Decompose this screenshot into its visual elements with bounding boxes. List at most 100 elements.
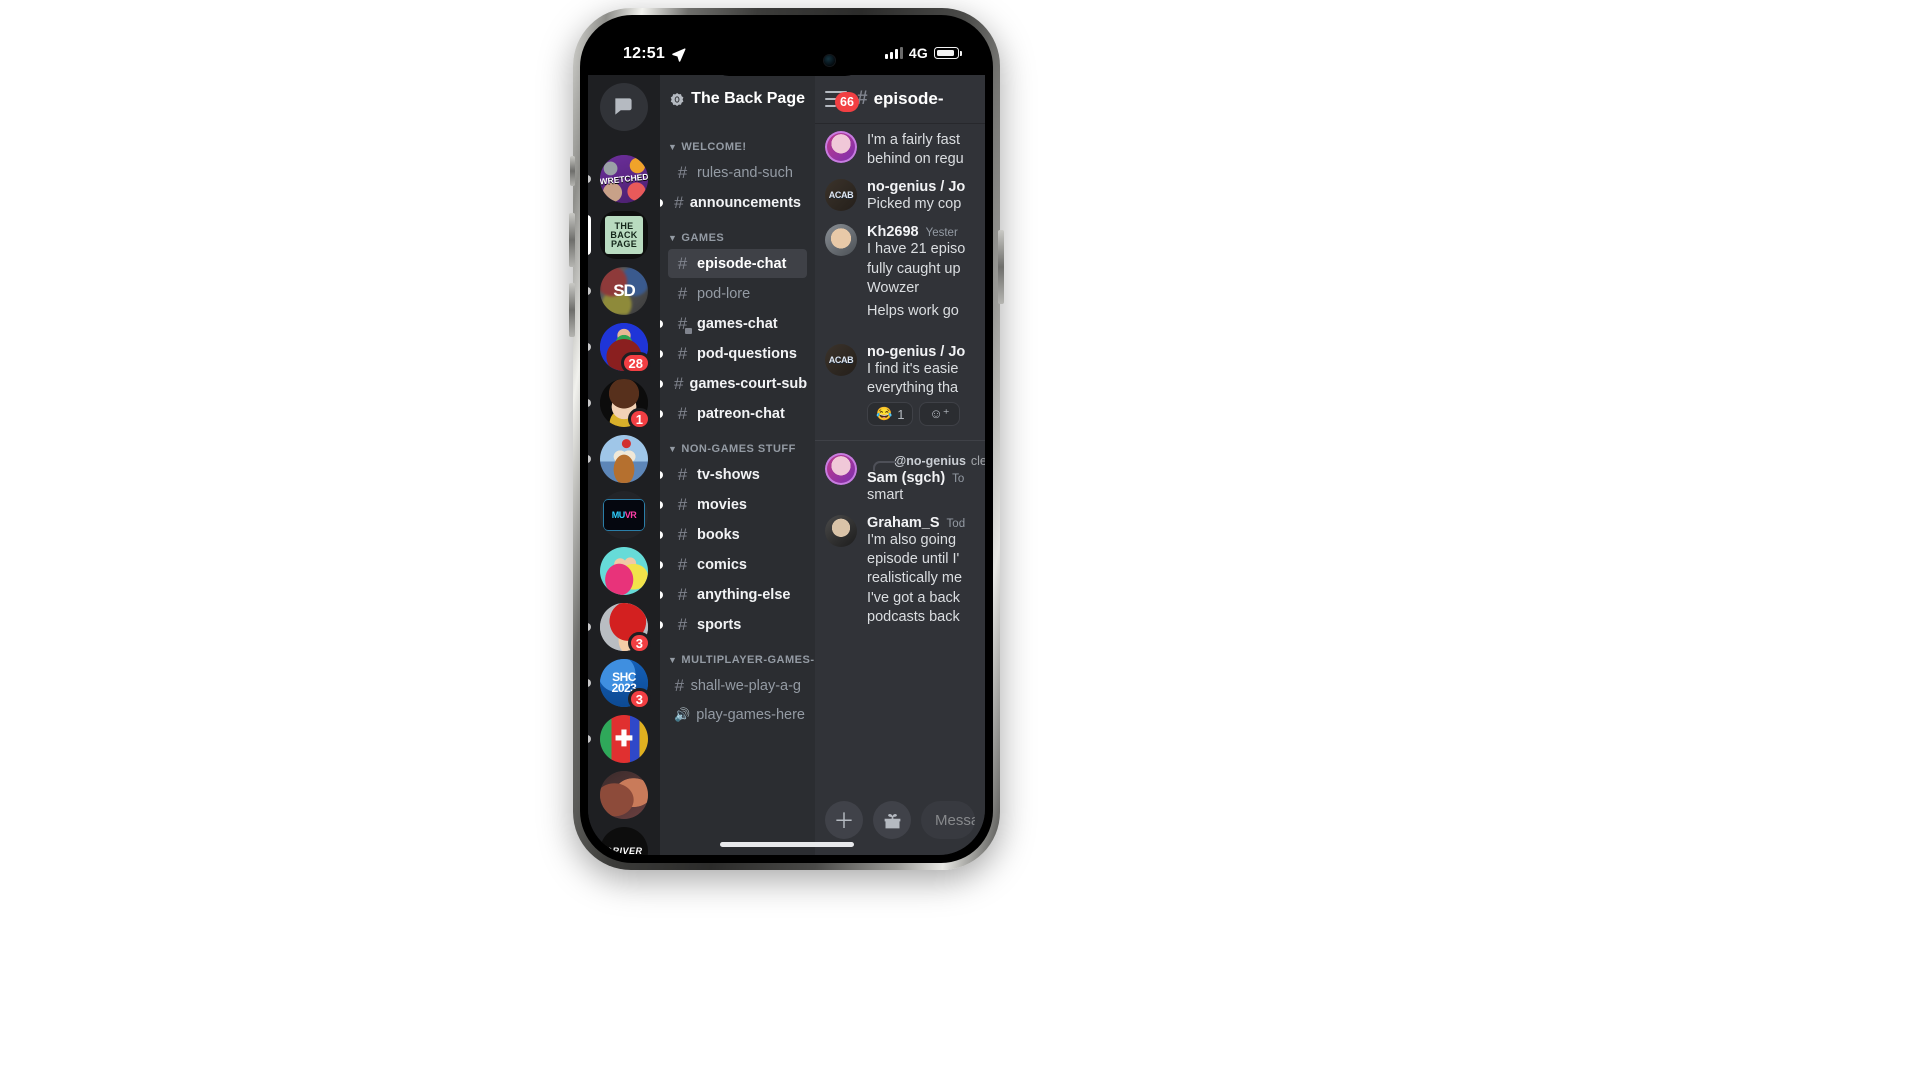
channel-item-tv-shows[interactable]: # tv-shows bbox=[660, 460, 807, 489]
message-author[interactable]: no-genius / Jo bbox=[867, 344, 965, 360]
message[interactable]: Kh2698 Yester I have 21 episo fully caught … bbox=[815, 216, 985, 299]
avatar[interactable] bbox=[825, 453, 857, 485]
home-indicator[interactable] bbox=[719, 842, 854, 847]
channel-item-pod-lore[interactable]: # pod-lore bbox=[668, 279, 807, 308]
server-icon-shc-2023[interactable]: SHC 2023 3 bbox=[588, 659, 651, 710]
direct-messages-button[interactable] bbox=[600, 83, 648, 131]
channel-list[interactable]: ▼ WELCOME! # rules-and-such # announcements ▼ G… bbox=[660, 123, 815, 729]
reaction-chip[interactable]: 😂 1 bbox=[867, 402, 914, 426]
gift-icon[interactable] bbox=[873, 801, 911, 839]
volume-down-button[interactable] bbox=[569, 283, 575, 337]
channel-category-header[interactable]: ▼ NON-GAMES STUFF bbox=[660, 429, 815, 459]
channel-unread-indicator bbox=[660, 409, 663, 418]
chat-channel-name: episode- bbox=[873, 89, 944, 108]
guild-avatar bbox=[600, 435, 648, 483]
channel-item-episode-chat[interactable]: # episode-chat bbox=[668, 249, 807, 278]
channel-item-announcements[interactable]: # announcements bbox=[660, 188, 807, 217]
channel-category-header[interactable]: ▼ WELCOME! bbox=[660, 127, 815, 157]
server-icon-pirate-ship[interactable] bbox=[588, 435, 648, 483]
guild-avatar: MU VR bbox=[600, 491, 648, 539]
message-author[interactable]: Kh2698 bbox=[867, 224, 919, 240]
message[interactable]: ACAB no-genius / Jo I find it's easie every… bbox=[815, 336, 985, 430]
channel-item-books[interactable]: # books bbox=[660, 520, 807, 549]
server-icon-gamer[interactable]: 28 bbox=[588, 323, 651, 374]
channel-item-pod-questions[interactable]: # pod-questions bbox=[660, 339, 807, 368]
server-header[interactable]: The Back Page bbox=[660, 75, 815, 123]
hamburger-menu-icon[interactable]: 66 bbox=[825, 91, 859, 112]
message-text-line: Picked my cop bbox=[867, 196, 962, 213]
server-icon-kart-kids[interactable] bbox=[600, 547, 648, 595]
unread-badge: 3 bbox=[627, 632, 651, 654]
message-body: Kh2698 Yester I have 21 episo fully caught … bbox=[867, 224, 975, 297]
guild-avatar: ✚ bbox=[600, 715, 648, 763]
server-icon-art[interactable] bbox=[600, 771, 648, 819]
message[interactable]: @no-genius clear the backlog Sam (sgch) To s… bbox=[815, 445, 985, 507]
channel-category-label: GAMES bbox=[681, 232, 725, 244]
server-icon-driver[interactable]: DRIVER bbox=[600, 827, 648, 855]
server-icon-kid[interactable]: 1 bbox=[588, 379, 651, 430]
hash-icon: # bbox=[677, 404, 688, 423]
message-text-line: behind on regu bbox=[867, 151, 964, 168]
channel-item-games-court-sub[interactable]: # games-court-sub bbox=[660, 369, 807, 398]
add-reaction-button[interactable]: ☺⁺ bbox=[919, 402, 960, 426]
channel-item-comics[interactable]: # comics bbox=[660, 550, 807, 579]
message-text-line: podcasts back bbox=[867, 608, 960, 625]
volume-up-button[interactable] bbox=[569, 213, 575, 267]
message-input[interactable]: Messa bbox=[921, 801, 975, 839]
avatar[interactable]: ACAB bbox=[825, 179, 857, 212]
channel-item-movies[interactable]: # movies bbox=[660, 490, 807, 519]
channel-name: comics bbox=[697, 556, 747, 573]
mute-switch[interactable] bbox=[570, 156, 575, 186]
plus-icon[interactable]: ＋ bbox=[825, 801, 863, 839]
message-author[interactable]: Graham_S bbox=[867, 515, 940, 531]
message-author[interactable]: Sam (sgch) bbox=[867, 470, 945, 486]
message-header: no-genius / Jo bbox=[867, 344, 975, 360]
selected-pill bbox=[588, 215, 591, 255]
channel-item-rules-and-such[interactable]: # rules-and-such bbox=[668, 158, 807, 187]
message[interactable]: ACAB no-genius / Jo Picked my cop bbox=[815, 171, 985, 216]
message-body: Helps work go bbox=[867, 302, 975, 334]
chevron-down-icon: ▼ bbox=[668, 654, 678, 665]
avatar[interactable] bbox=[825, 515, 857, 548]
power-button[interactable] bbox=[998, 230, 1004, 304]
message-text-line: I have 21 episo bbox=[867, 241, 966, 258]
server-icon-sd[interactable]: SD bbox=[588, 267, 648, 315]
chat-channel-title[interactable]: # episode- bbox=[857, 88, 943, 110]
message-author[interactable]: no-genius / Jo bbox=[867, 179, 965, 195]
location-arrow-icon bbox=[672, 47, 686, 62]
unread-badge: 1 bbox=[627, 408, 651, 430]
message-body: I'm a fairly fast behind on regu bbox=[867, 131, 975, 169]
message-text-line: Helps work go bbox=[867, 302, 959, 319]
channel-item-anything-else[interactable]: # anything-else bbox=[660, 580, 807, 609]
phone-screen: 12:51 4G WRETCHED THE BACK PAGE SD 28 1 … bbox=[588, 23, 985, 855]
channel-category-header[interactable]: ▼ MULTIPLAYER-GAMES-S bbox=[660, 640, 815, 670]
channel-sidebar[interactable]: The Back Page ▼ WELCOME! # rules-and-such # a… bbox=[660, 75, 815, 855]
server-icon-the-back-page[interactable]: THE BACK PAGE bbox=[588, 211, 648, 259]
message[interactable]: Helps work go bbox=[815, 300, 985, 336]
server-icon-plus[interactable]: ✚ bbox=[588, 715, 648, 763]
channel-item-play-games-here[interactable]: 🔊 play-games-here bbox=[668, 701, 807, 729]
channel-item-patreon-chat[interactable]: # patreon-chat bbox=[660, 399, 807, 428]
channel-item-shall-we-play-a-g[interactable]: # shall-we-play-a-g bbox=[668, 671, 807, 700]
channel-category-header[interactable]: ▼ GAMES bbox=[660, 218, 815, 248]
message[interactable]: Graham_S Tod I'm also going episode until I… bbox=[815, 507, 985, 629]
reply-reference[interactable]: @no-genius clear the backlog bbox=[867, 453, 985, 471]
add-reaction-icon: ☺⁺ bbox=[929, 406, 950, 421]
channel-item-sports[interactable]: # sports bbox=[660, 610, 807, 639]
avatar[interactable] bbox=[825, 224, 857, 257]
message-list[interactable]: I'm a fairly fast behind on regu ACAB no-ge… bbox=[815, 123, 985, 791]
reaction-bar: 😂 1 ☺⁺ bbox=[867, 398, 975, 428]
channel-item-games-chat[interactable]: # games-chat bbox=[660, 309, 807, 338]
server-rail[interactable]: WRETCHED THE BACK PAGE SD 28 1 MU VR 3 S… bbox=[588, 75, 660, 855]
message-timestamp: Yester bbox=[925, 227, 958, 240]
server-icon-emuvr[interactable]: MU VR bbox=[600, 491, 648, 539]
hash-icon: # bbox=[677, 465, 688, 484]
server-icon-knuckles[interactable]: 3 bbox=[588, 603, 651, 654]
avatar[interactable] bbox=[825, 131, 857, 163]
message-text-line: Wowzer bbox=[867, 279, 920, 296]
server-icon-wretched-gaming[interactable]: WRETCHED bbox=[588, 155, 648, 203]
avatar[interactable]: ACAB bbox=[825, 343, 857, 376]
reaction-emoji: 😂 bbox=[876, 406, 893, 421]
channel-name: shall-we-play-a-g bbox=[690, 677, 801, 694]
message[interactable]: I'm a fairly fast behind on regu bbox=[815, 123, 985, 171]
